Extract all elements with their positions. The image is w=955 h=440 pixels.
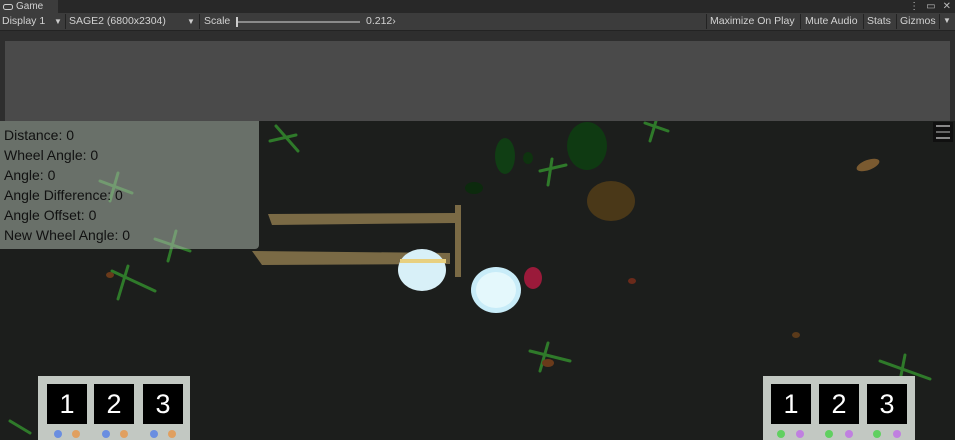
right-slot-hud: 1 2 3 <box>763 376 915 440</box>
slot-3-indicator-a <box>150 430 158 438</box>
game-view-letterbox <box>0 31 955 121</box>
resolution-value: SAGE2 (6800x2304) <box>69 15 166 27</box>
divider <box>939 14 940 29</box>
slot-3-button[interactable]: 3 <box>143 384 183 424</box>
divider <box>706 14 707 29</box>
slot-3-indicator-b <box>893 430 901 438</box>
close-icon[interactable]: ✕ <box>943 0 951 13</box>
mute-audio-toggle[interactable]: Mute Audio <box>805 13 858 30</box>
divider <box>800 14 801 29</box>
gizmos-toggle[interactable]: Gizmos <box>900 13 936 30</box>
slot-1-indicator-b <box>72 430 80 438</box>
slot-1-indicator-b <box>796 430 804 438</box>
maximize-on-play-toggle[interactable]: Maximize On Play <box>710 13 795 30</box>
angle-readout: Angle: 0 <box>4 167 56 183</box>
slot-2-indicator-a <box>825 430 833 438</box>
game-view-background <box>5 41 950 121</box>
left-slot-hud: 1 2 3 <box>38 376 190 440</box>
slot-1-button[interactable]: 1 <box>47 384 87 424</box>
slot-1-indicator-a <box>777 430 785 438</box>
slot-2-button[interactable]: 2 <box>819 384 859 424</box>
minimap-icon[interactable] <box>933 122 953 142</box>
scale-slider-thumb[interactable] <box>236 17 238 27</box>
new-wheel-angle-readout: New Wheel Angle: 0 <box>4 227 131 243</box>
angle-offset-readout: Angle Offset: 0 <box>4 207 97 223</box>
divider <box>863 14 864 29</box>
scale-value: 0.212› <box>366 15 396 27</box>
game-toolbar: Display 1 ▼ SAGE2 (6800x2304) ▼ Scale 0.… <box>0 13 955 31</box>
slot-2-indicator-b <box>120 430 128 438</box>
slot-3-indicator-b <box>168 430 176 438</box>
distance-readout: Distance: 0 <box>4 127 75 143</box>
more-options-icon[interactable]: ⋮ <box>909 0 919 13</box>
slot-3-indicator-a <box>873 430 881 438</box>
chevron-down-icon: ▼ <box>187 17 195 26</box>
slot-3-button[interactable]: 3 <box>867 384 907 424</box>
scale-slider-track[interactable] <box>237 21 360 23</box>
debug-info-panel: Distance: 0 Wheel Angle: 0 Angle: 0 Angl… <box>0 121 259 249</box>
slot-1-button[interactable]: 1 <box>771 384 811 424</box>
slot-2-indicator-a <box>102 430 110 438</box>
display-dropdown[interactable]: Display 1 ▼ <box>2 13 64 30</box>
slot-2-button[interactable]: 2 <box>94 384 134 424</box>
tab-game[interactable]: Game <box>0 0 58 13</box>
window-controls: ⋮ ▭ ✕ <box>909 0 951 13</box>
slot-1-indicator-a <box>54 430 62 438</box>
maximize-icon[interactable]: ▭ <box>926 0 935 13</box>
divider <box>199 14 200 29</box>
gamepad-icon <box>3 4 13 10</box>
divider <box>896 14 897 29</box>
tab-bar: Game ⋮ ▭ ✕ <box>0 0 955 13</box>
angle-difference-readout: Angle Difference: 0 <box>4 187 123 203</box>
scale-label: Scale <box>204 15 231 27</box>
stats-toggle[interactable]: Stats <box>867 13 891 30</box>
chevron-down-icon: ▼ <box>54 17 62 26</box>
gizmos-menu-chevron-icon[interactable]: ▼ <box>943 16 951 25</box>
divider <box>65 14 66 29</box>
tab-label: Game <box>16 1 44 12</box>
wheel-angle-readout: Wheel Angle: 0 <box>4 147 99 163</box>
resolution-dropdown[interactable]: SAGE2 (6800x2304) ▼ <box>69 13 197 30</box>
display-value: Display 1 <box>2 15 46 27</box>
slot-2-indicator-b <box>845 430 853 438</box>
